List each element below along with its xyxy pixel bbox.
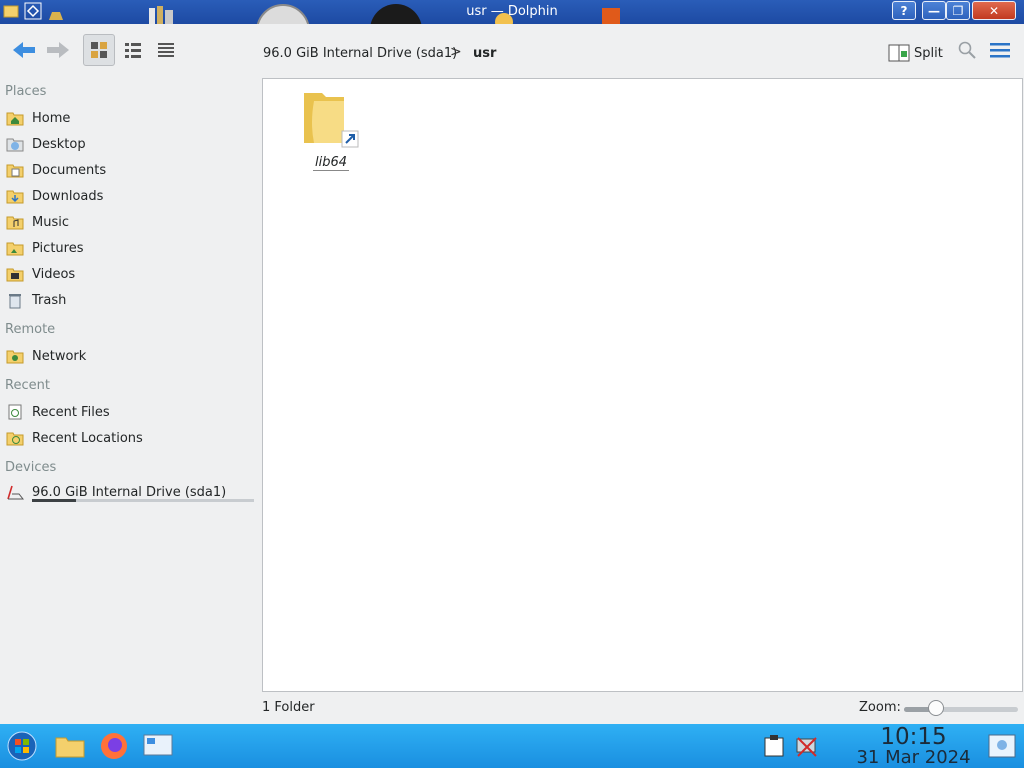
sidebar-item-label: Trash (32, 292, 67, 308)
close-button[interactable]: ✕ (972, 1, 1016, 20)
window-title: usr — Dolphin (466, 4, 558, 19)
search-button[interactable] (951, 34, 983, 66)
back-button[interactable] (8, 34, 40, 66)
sidebar-item-label: Documents (32, 162, 107, 178)
clipboard-icon[interactable] (762, 730, 788, 762)
breadcrumb-current[interactable]: usr (473, 46, 496, 61)
places-panel: Places Home Desktop Documents Downloads … (0, 80, 262, 700)
forward-button[interactable] (42, 34, 74, 66)
home-folder-icon (6, 112, 24, 126)
sidebar-item-label: Network (32, 348, 87, 364)
compact-view-button[interactable] (117, 34, 149, 66)
split-button[interactable]: Split (888, 42, 943, 64)
sidebar-item-pictures[interactable]: Pictures (6, 237, 83, 259)
sidebar-item-recent-files[interactable]: Recent Files (6, 401, 110, 423)
sidebar-item-label: Home (32, 110, 71, 126)
sidebar-item-network[interactable]: Network (6, 345, 86, 367)
file-manager-icon[interactable] (54, 730, 86, 762)
breadcrumb-separator: > (450, 44, 462, 60)
zoom-label: Zoom: (859, 700, 901, 715)
folder-link-icon (304, 93, 359, 148)
drive-capacity-fill (32, 499, 77, 502)
arrow-right-icon (47, 42, 69, 58)
clock-date: 31 Mar 2024 (856, 747, 971, 768)
music-folder-icon (6, 216, 24, 230)
split-label: Split (914, 45, 943, 61)
sidebar-item-desktop[interactable]: Desktop (6, 133, 86, 155)
downloads-folder-icon (6, 190, 24, 204)
zoom-slider-handle[interactable] (928, 700, 944, 716)
hamburger-menu-button[interactable] (984, 34, 1016, 66)
sidebar-item-videos[interactable]: Videos (6, 263, 75, 285)
file-name: lib64 (312, 155, 350, 171)
firefox-icon[interactable] (98, 730, 130, 762)
show-desktop-icon[interactable] (986, 730, 1018, 762)
section-recent: Recent (5, 378, 50, 393)
network-folder-icon (6, 350, 24, 364)
sidebar-item-label: Music (32, 214, 69, 230)
sidebar-item-label: Pictures (32, 240, 84, 256)
sidebar-item-music[interactable]: Music (6, 211, 69, 233)
sidebar-item-label: Recent Locations (32, 430, 143, 446)
sidebar-item-label: Videos (32, 266, 76, 282)
trash-icon (9, 294, 21, 309)
network-disconnected-icon[interactable] (794, 730, 820, 762)
drive-icon (7, 485, 24, 500)
sidebar-item-documents[interactable]: Documents (6, 159, 106, 181)
sidebar-item-label: Desktop (32, 136, 86, 152)
documents-folder-icon (6, 164, 24, 178)
sidebar-item-downloads[interactable]: Downloads (6, 185, 103, 207)
help-button[interactable]: ? (892, 1, 916, 20)
start-icon[interactable] (6, 730, 38, 762)
arrow-left-icon (13, 42, 35, 58)
status-summary: 1 Folder (262, 700, 315, 715)
file-item-lib64[interactable]: lib64 (299, 87, 363, 171)
search-icon (958, 41, 976, 59)
sidebar-item-label: Recent Files (32, 404, 110, 420)
pictures-folder-icon (6, 242, 24, 256)
sidebar-item-home[interactable]: Home (6, 107, 70, 129)
minimize-button[interactable]: — (922, 1, 946, 20)
section-remote: Remote (5, 322, 56, 337)
drive-capacity-bar (32, 499, 254, 502)
section-devices: Devices (5, 460, 57, 475)
compact-view-icon (125, 43, 141, 58)
maximize-button[interactable]: ❐ (946, 1, 970, 20)
icons-view-button[interactable] (83, 34, 115, 66)
videos-folder-icon (6, 268, 24, 282)
window-titlebar[interactable]: usr — Dolphin ? — ❐ ✕ (0, 0, 1024, 24)
section-places: Places (5, 84, 47, 99)
zoom-slider-track[interactable] (904, 707, 1018, 712)
clock-time: 10:15 (880, 724, 947, 750)
sidebar-item-label: 96.0 GiB Internal Drive (sda1) (32, 484, 227, 500)
split-view-icon (888, 44, 910, 62)
main-toolbar: 96.0 GiB Internal Drive (sda1) > usr Spl… (0, 24, 1024, 76)
taskbar-clock[interactable]: 10:15 31 Mar 2024 (856, 726, 971, 767)
recent-locations-icon (6, 432, 24, 446)
recent-files-icon (8, 404, 22, 420)
desktop-folder-icon (6, 138, 24, 152)
sidebar-item-trash[interactable]: Trash (6, 289, 66, 311)
sidebar-item-label: Downloads (32, 188, 104, 204)
file-view[interactable]: lib64 (262, 78, 1023, 692)
sidebar-item-recent-locations[interactable]: Recent Locations (6, 427, 143, 449)
details-view-button[interactable] (150, 34, 182, 66)
system-settings-icon[interactable] (142, 730, 174, 762)
hamburger-menu-icon (990, 43, 1010, 58)
icons-view-icon (91, 42, 107, 58)
breadcrumb-drive[interactable]: 96.0 GiB Internal Drive (sda1) (263, 46, 457, 61)
details-view-icon (158, 43, 174, 57)
